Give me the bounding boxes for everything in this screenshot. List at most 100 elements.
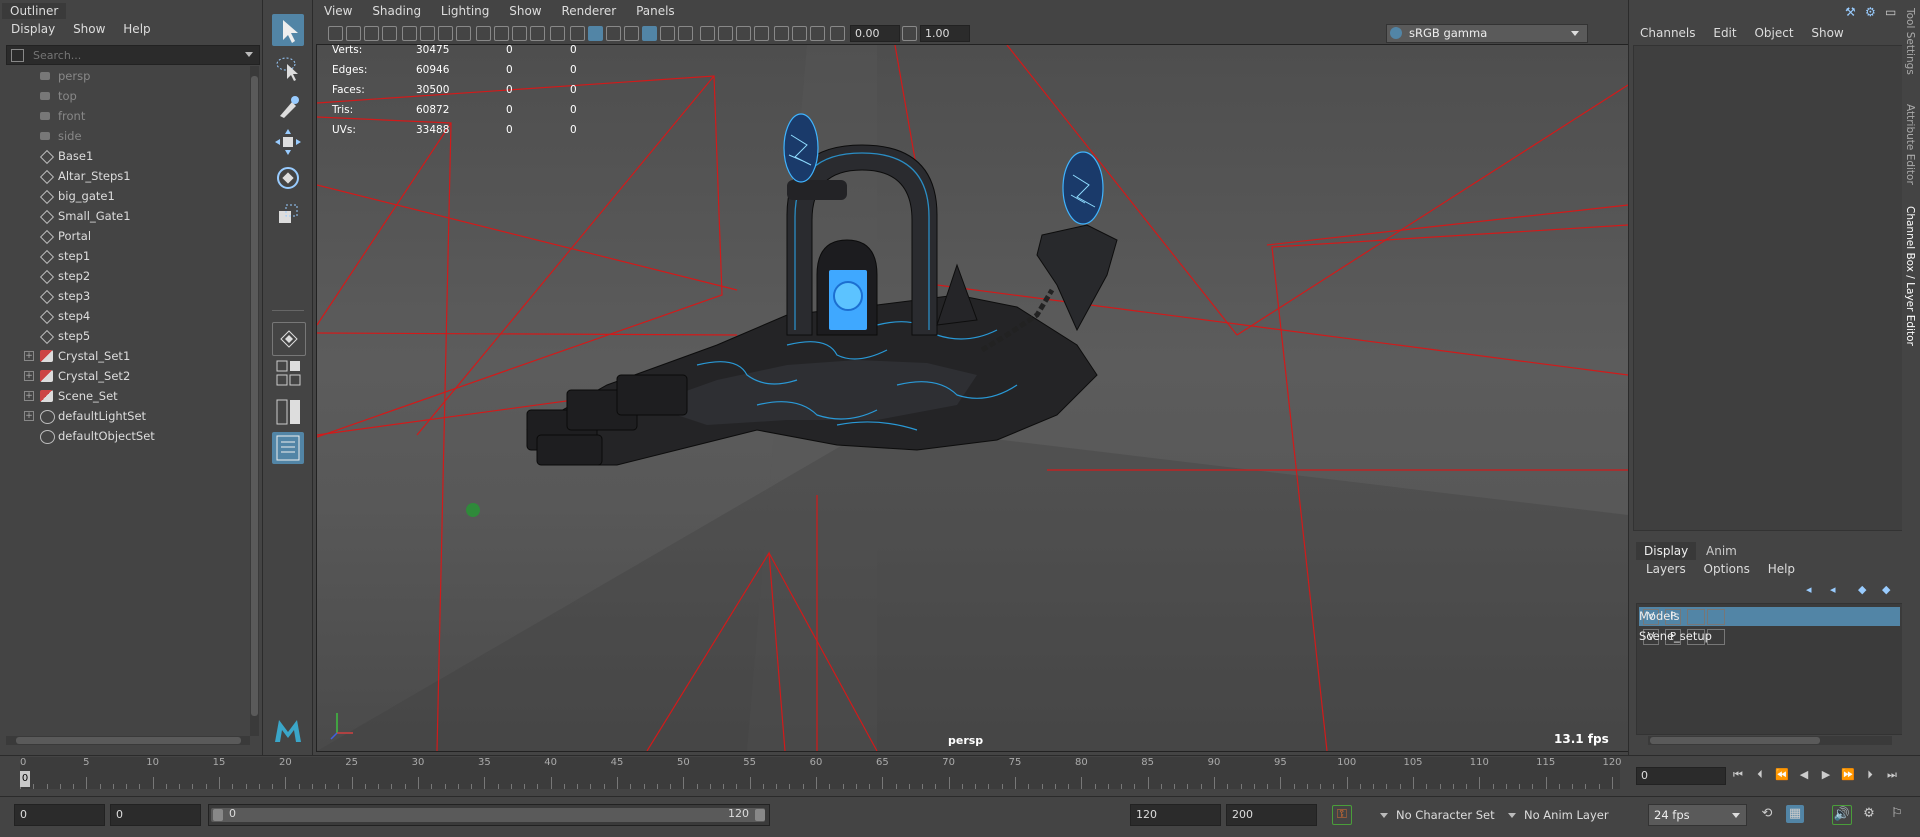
move-layer-down-icon[interactable]: ◂ bbox=[1830, 583, 1836, 596]
filter-icon[interactable] bbox=[11, 49, 24, 62]
sound-icon[interactable]: 🔊 bbox=[1832, 805, 1852, 825]
field-chart-icon[interactable] bbox=[512, 26, 527, 41]
anti-aliasing-icon[interactable] bbox=[718, 26, 733, 41]
motion-blur-icon[interactable] bbox=[700, 26, 715, 41]
exposure-field[interactable]: 0.00 bbox=[850, 25, 900, 42]
grid-icon[interactable] bbox=[438, 26, 453, 41]
step-back-key-icon[interactable]: ⏪ bbox=[1775, 767, 1789, 783]
animation-start-field[interactable]: 0 bbox=[14, 804, 105, 826]
new-layer-selected-icon[interactable]: ◆ bbox=[1882, 583, 1890, 596]
new-layer-icon[interactable]: ◆ bbox=[1858, 583, 1866, 596]
single-pane-layout-icon[interactable] bbox=[272, 322, 306, 356]
paint-select-tool-icon[interactable] bbox=[272, 90, 304, 122]
scale-tool-icon[interactable] bbox=[272, 198, 304, 230]
2d-pan-zoom-icon[interactable] bbox=[420, 26, 435, 41]
layer-menu-options[interactable]: Options bbox=[1704, 562, 1750, 576]
outliner-item[interactable]: front bbox=[0, 106, 250, 126]
move-tool-icon[interactable] bbox=[272, 126, 304, 158]
layer-color-swatch[interactable] bbox=[1707, 609, 1725, 625]
safe-action-icon[interactable] bbox=[530, 26, 545, 41]
layer-row[interactable]: V P Scene_setup bbox=[1639, 627, 1900, 646]
channel-box-menu-channels[interactable]: Channels bbox=[1640, 26, 1696, 40]
playback-start-field[interactable]: 0 bbox=[110, 804, 201, 826]
shadows-icon[interactable] bbox=[660, 26, 675, 41]
use-all-lights-icon[interactable] bbox=[642, 26, 657, 41]
outliner-layout-icon[interactable] bbox=[272, 432, 304, 464]
outliner-item[interactable]: Base1 bbox=[0, 146, 250, 166]
expand-icon[interactable]: + bbox=[24, 371, 34, 381]
channel-box-area[interactable] bbox=[1633, 45, 1903, 531]
anim-prefs-icon[interactable]: ⚐ bbox=[1888, 805, 1906, 823]
exposure-icon[interactable] bbox=[830, 26, 845, 41]
play-forwards-icon[interactable]: ▶ bbox=[1819, 767, 1833, 783]
layer-editor-scrollbar[interactable] bbox=[1648, 736, 1892, 745]
lasso-tool-icon[interactable] bbox=[272, 52, 304, 84]
outliner-vertical-scrollbar[interactable] bbox=[250, 66, 259, 736]
grease-pencil-icon[interactable] bbox=[402, 26, 417, 41]
tab-channel-box-layer-editor[interactable]: Channel Box / Layer Editor bbox=[1904, 206, 1916, 346]
textured-icon[interactable] bbox=[624, 26, 639, 41]
camera-select-icon[interactable] bbox=[328, 26, 343, 41]
channel-box-menu-edit[interactable]: Edit bbox=[1713, 26, 1736, 40]
outliner-menu-show[interactable]: Show bbox=[73, 22, 105, 36]
tab-display[interactable]: Display bbox=[1636, 542, 1697, 560]
channel-box-menu-show[interactable]: Show bbox=[1811, 26, 1843, 40]
current-frame-marker[interactable]: 0 bbox=[20, 771, 30, 787]
auto-key-icon[interactable]: ⚿ bbox=[1332, 805, 1352, 825]
outliner-item[interactable]: defaultObjectSet bbox=[0, 426, 250, 446]
viewport-menu-renderer[interactable]: Renderer bbox=[561, 4, 616, 18]
play-backwards-icon[interactable]: ◀ bbox=[1797, 767, 1811, 783]
current-frame-field[interactable]: 0 bbox=[1636, 767, 1726, 785]
tab-tool-settings[interactable]: Tool Settings bbox=[1904, 8, 1916, 75]
chevron-down-icon[interactable] bbox=[245, 52, 253, 57]
two-pane-layout-icon[interactable] bbox=[272, 396, 304, 428]
outliner-item[interactable]: + Crystal_Set2 bbox=[0, 366, 250, 386]
color-space-dropdown[interactable]: sRGB gamma bbox=[1386, 24, 1588, 43]
outliner-menu-display[interactable]: Display bbox=[11, 22, 55, 36]
tool-icon-1[interactable]: ⚒ bbox=[1845, 5, 1856, 19]
outliner-item[interactable]: step1 bbox=[0, 246, 250, 266]
bookmark-icon[interactable] bbox=[364, 26, 379, 41]
outliner-horizontal-scrollbar[interactable] bbox=[6, 736, 250, 745]
image-plane-icon[interactable] bbox=[382, 26, 397, 41]
layer-menu-layers[interactable]: Layers bbox=[1646, 562, 1686, 576]
outliner-title[interactable]: Outliner bbox=[2, 3, 67, 19]
expand-icon[interactable]: + bbox=[24, 351, 34, 361]
outliner-item[interactable]: big_gate1 bbox=[0, 186, 250, 206]
xray-joints-icon[interactable] bbox=[792, 26, 807, 41]
gamma-icon[interactable] bbox=[902, 26, 917, 41]
viewport-menu-panels[interactable]: Panels bbox=[636, 4, 675, 18]
move-layer-up-icon[interactable]: ◂ bbox=[1806, 583, 1812, 596]
animation-end-field[interactable]: 200 bbox=[1226, 804, 1317, 826]
viewport-menu-view[interactable]: View bbox=[324, 4, 352, 18]
smooth-shade-icon[interactable] bbox=[588, 26, 603, 41]
camera-attributes-icon[interactable] bbox=[346, 26, 361, 41]
time-slider[interactable]: 0 5 10 15 20 25 30 35 40 45 50 55 60 65 70 75 80 85 90 95 10… bbox=[20, 757, 1622, 789]
select-tool-icon[interactable] bbox=[272, 14, 304, 46]
outliner-item[interactable]: + Scene_Set bbox=[0, 386, 250, 406]
rotate-tool-icon[interactable] bbox=[272, 162, 304, 194]
outliner-item[interactable]: Altar_Steps1 bbox=[0, 166, 250, 186]
outliner-menu-help[interactable]: Help bbox=[123, 22, 150, 36]
isolate-select-icon[interactable] bbox=[754, 26, 769, 41]
go-to-start-icon[interactable]: ⏮ bbox=[1731, 767, 1745, 783]
outliner-search-input[interactable] bbox=[33, 47, 233, 63]
range-start-handle[interactable] bbox=[213, 809, 223, 821]
channel-box-menu-object[interactable]: Object bbox=[1754, 26, 1793, 40]
tab-anim[interactable]: Anim bbox=[1698, 542, 1745, 560]
expand-icon[interactable]: + bbox=[24, 391, 34, 401]
go-to-end-icon[interactable]: ⏭ bbox=[1885, 767, 1899, 783]
character-set-dropdown[interactable]: No Character Set bbox=[1380, 805, 1495, 825]
outliner-item[interactable]: top bbox=[0, 86, 250, 106]
wireframe-on-shaded-icon[interactable] bbox=[606, 26, 621, 41]
layer-row[interactable]: V P Models bbox=[1639, 607, 1900, 626]
ambient-occlusion-icon[interactable] bbox=[678, 26, 693, 41]
playback-end-field[interactable]: 120 bbox=[1130, 804, 1221, 826]
layer-menu-help[interactable]: Help bbox=[1768, 562, 1795, 576]
outliner-item[interactable]: side bbox=[0, 126, 250, 146]
outliner-item[interactable]: + defaultLightSet bbox=[0, 406, 250, 426]
settings-icon[interactable]: ⚙ bbox=[1865, 5, 1876, 19]
depth-of-field-icon[interactable] bbox=[736, 26, 751, 41]
wireframe-icon[interactable] bbox=[570, 26, 585, 41]
range-end-handle[interactable] bbox=[755, 809, 765, 821]
